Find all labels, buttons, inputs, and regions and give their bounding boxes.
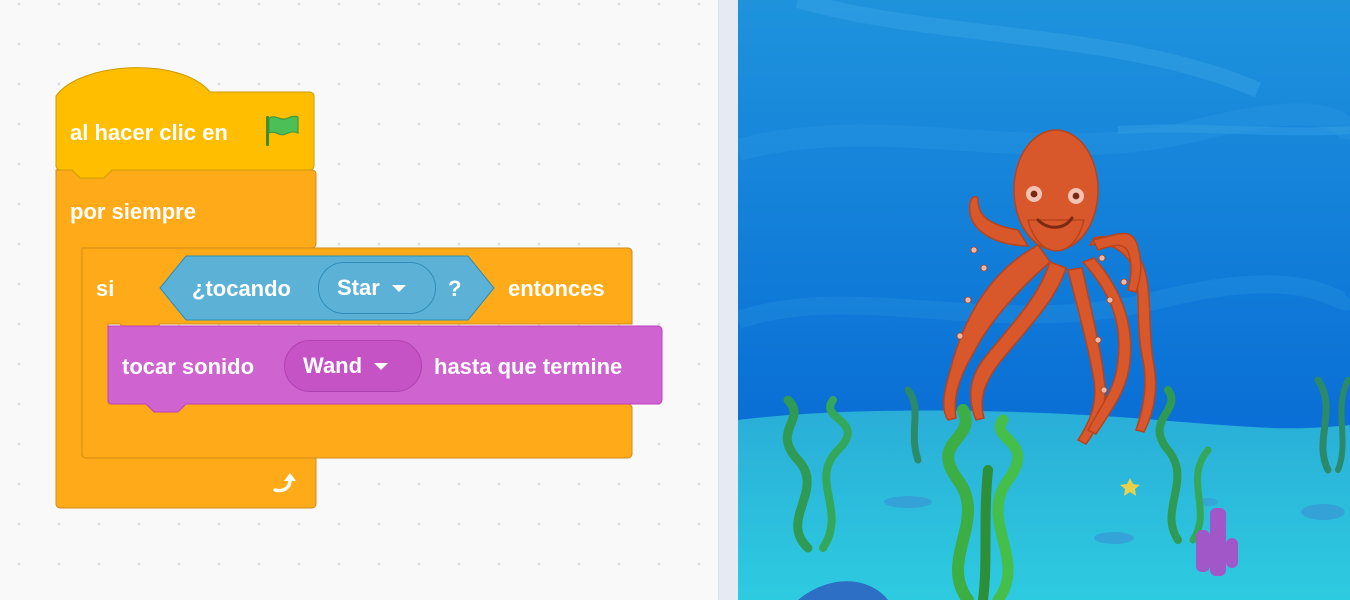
touching-target-dropdown[interactable]: Star: [318, 262, 436, 314]
when-flag-clicked-label: al hacer clic en: [70, 120, 228, 145]
touching-target-value: Star: [337, 275, 380, 300]
underwater-backdrop: [738, 0, 1350, 600]
code-workspace[interactable]: al hacer clic en por siempre si ¿tocando…: [0, 0, 718, 600]
then-label: entonces: [508, 276, 605, 301]
play-sound-label: tocar sonido: [122, 354, 255, 379]
question-mark-label: ?: [448, 276, 462, 301]
sound-name-dropdown[interactable]: Wand: [284, 340, 422, 392]
touching-label: ¿tocando: [192, 276, 291, 301]
stage-canvas[interactable]: [738, 0, 1350, 600]
forever-label: por siempre: [70, 199, 196, 224]
if-label: si: [96, 276, 115, 301]
dropdown-caret-icon: [374, 362, 389, 370]
until-done-label: hasta que termine: [434, 354, 623, 379]
sound-name-value: Wand: [303, 353, 363, 378]
dropdown-caret-icon: [391, 284, 406, 292]
panel-divider[interactable]: [718, 0, 738, 600]
